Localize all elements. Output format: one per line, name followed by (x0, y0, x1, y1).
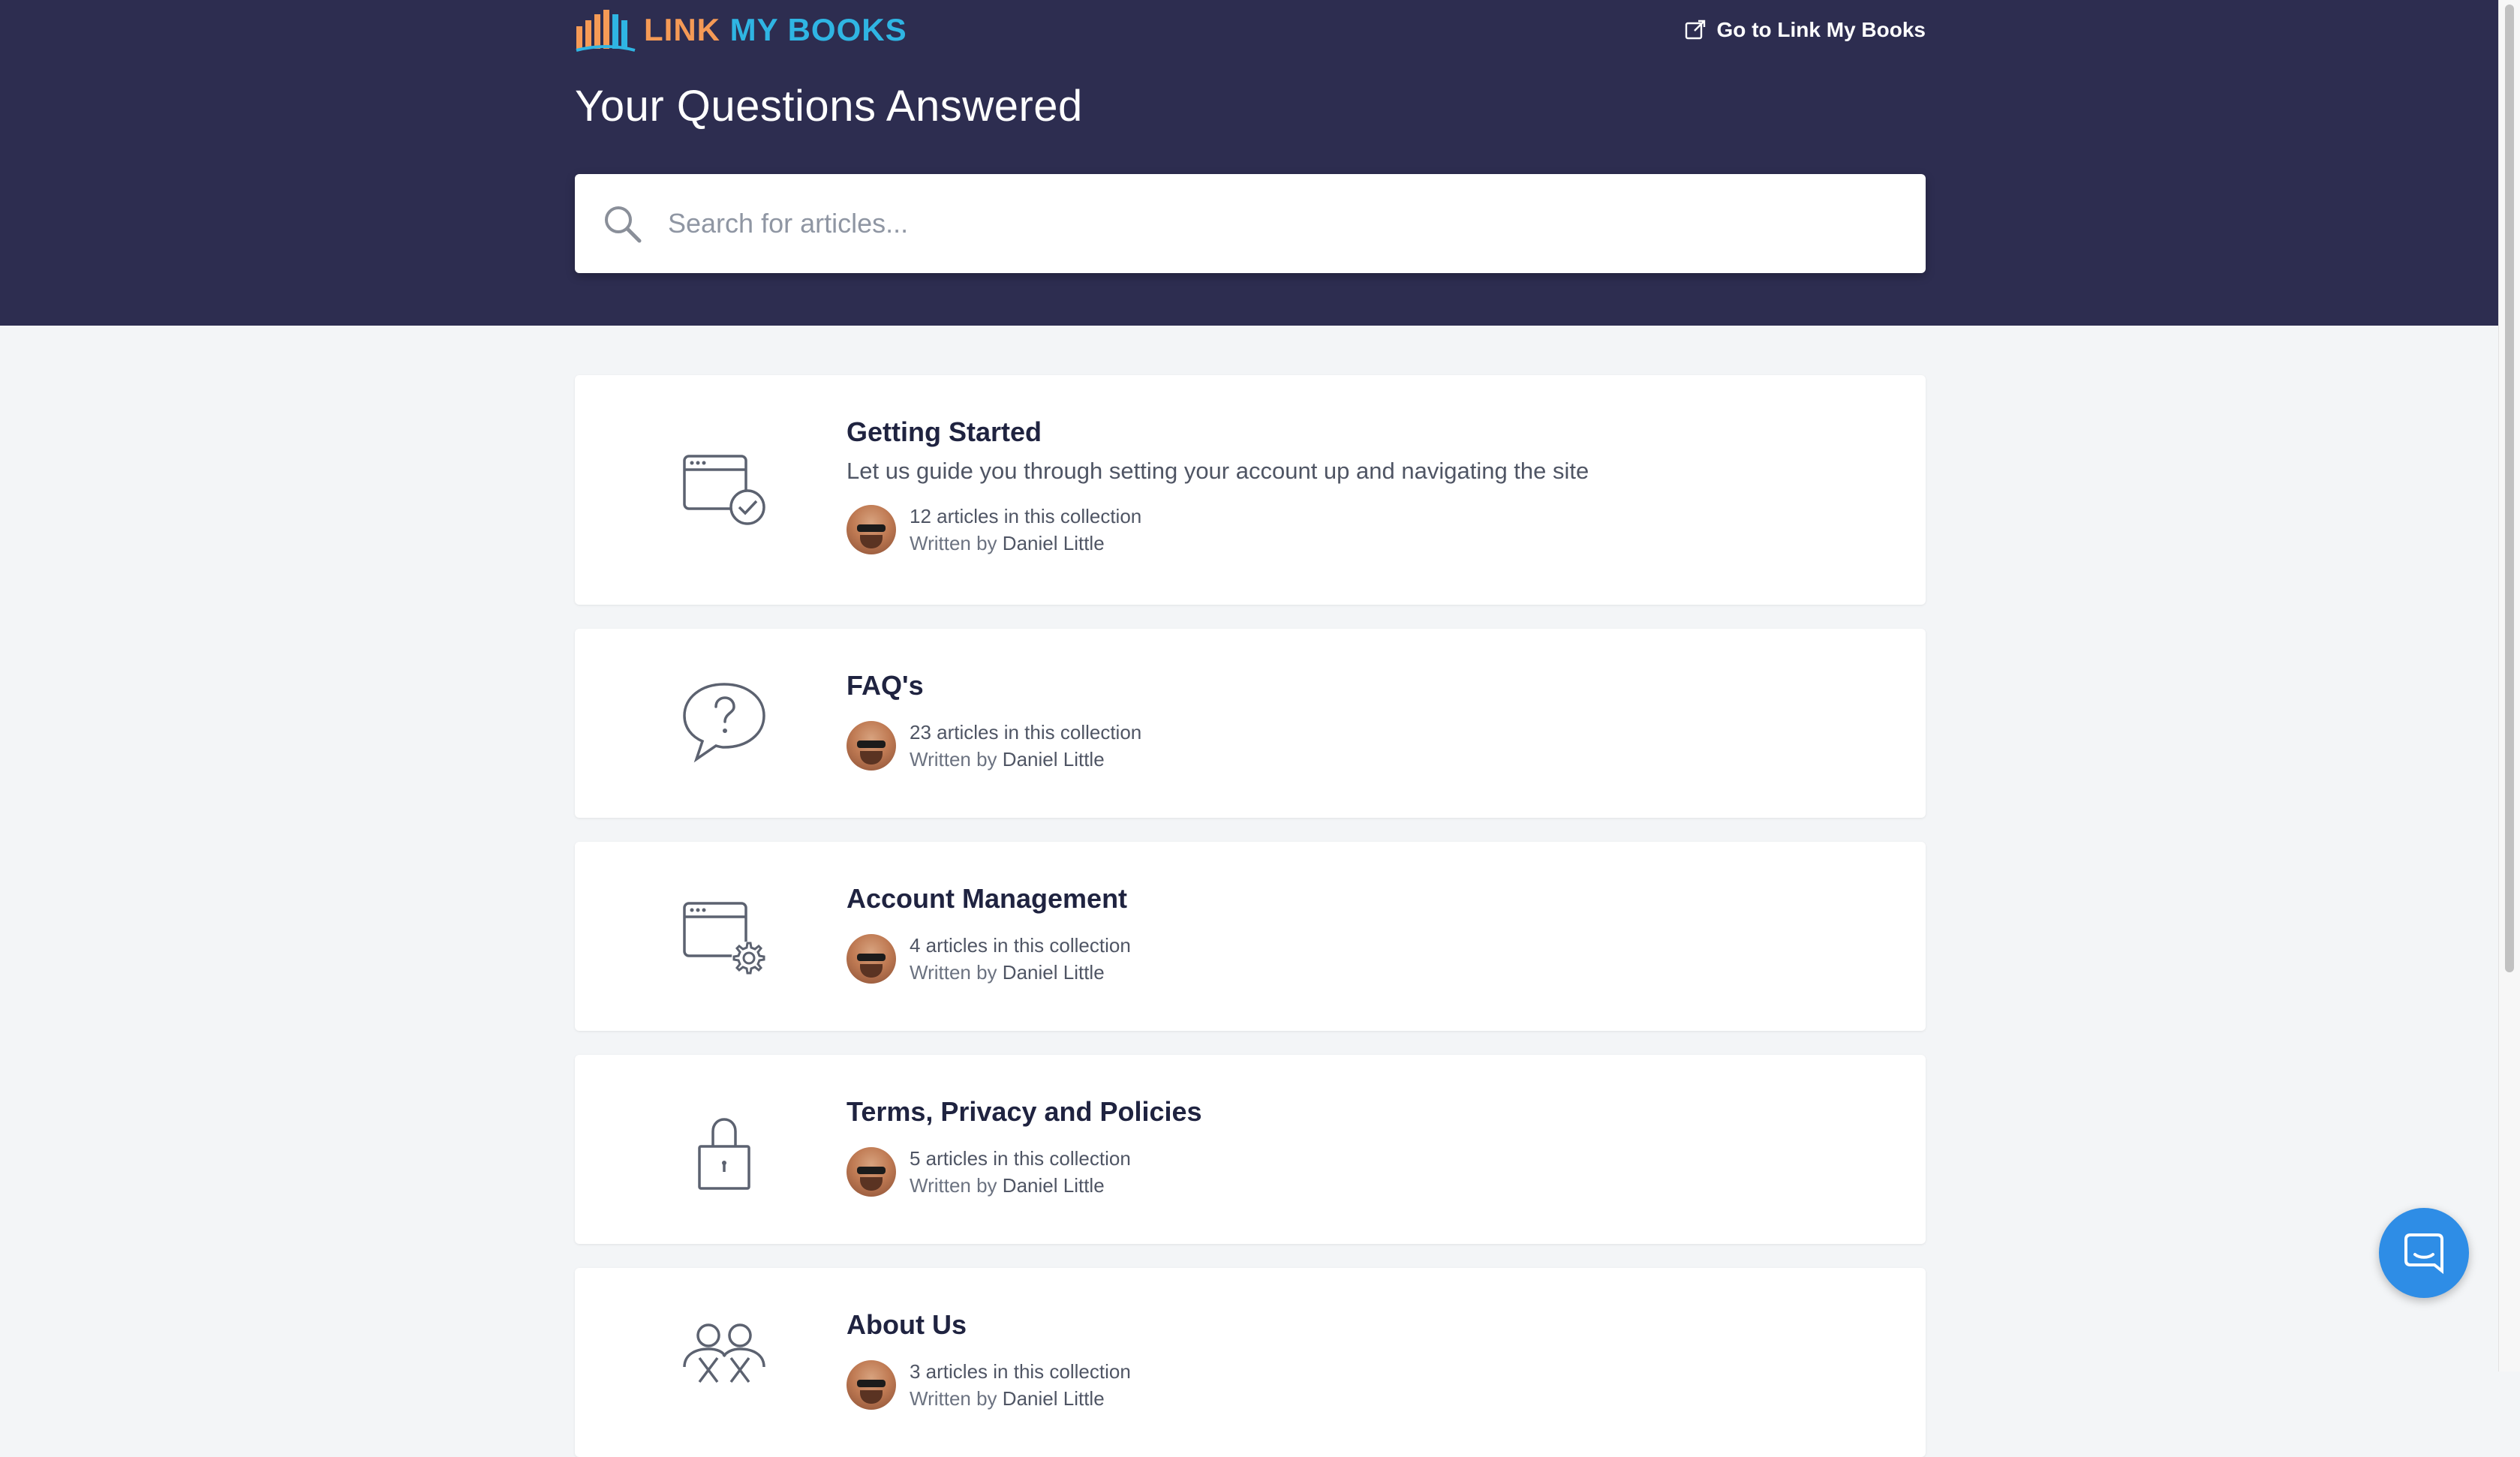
brand-logo[interactable]: LINK MY BOOKS (575, 6, 907, 54)
article-count: 3 articles in this collection (910, 1360, 1131, 1383)
written-by-label: Written by (910, 1387, 997, 1410)
browser-check-icon (683, 455, 765, 525)
search-bar[interactable] (575, 174, 1926, 273)
books-logo-icon (576, 10, 636, 52)
search-icon (605, 206, 642, 243)
written-by-label: Written by (910, 748, 997, 771)
collection-card-getting-started[interactable]: Getting Started Let us guide you through… (575, 375, 1926, 605)
author-name: Daniel Little (1002, 748, 1105, 771)
article-count: 23 articles in this collection (910, 721, 1142, 744)
collection-meta: 12 articles in this collection Written b… (847, 503, 1589, 557)
avatar (847, 1147, 896, 1197)
speech-question-icon (683, 683, 765, 763)
collection-title[interactable]: Terms, Privacy and Policies (847, 1095, 1202, 1128)
logo-word-link: LINK (644, 12, 720, 47)
search-input[interactable] (666, 207, 1926, 240)
collection-card-faqs[interactable]: FAQ's 23 articles in this collection Wri… (575, 629, 1926, 818)
external-link-icon (1685, 20, 1705, 40)
written-by-label: Written by (910, 961, 997, 984)
written-by-label: Written by (910, 1174, 997, 1197)
collection-card-account-management[interactable]: Account Management 4 articles in this co… (575, 842, 1926, 1031)
collection-card-about-us[interactable]: About Us 3 articles in this collection W… (575, 1268, 1926, 1457)
collection-description: Let us guide you through setting your ac… (847, 458, 1589, 484)
avatar (847, 721, 896, 771)
author-name: Daniel Little (1002, 1174, 1105, 1197)
article-count: 4 articles in this collection (910, 934, 1131, 957)
page-title: Your Questions Answered (575, 82, 1083, 131)
avatar (847, 505, 896, 554)
collection-title[interactable]: Account Management (847, 882, 1131, 915)
padlock-icon (698, 1118, 750, 1190)
collection-title[interactable]: FAQ's (847, 669, 1141, 702)
scrollbar-thumb[interactable] (2505, 5, 2514, 972)
browser-gear-icon (683, 902, 765, 975)
author-name: Daniel Little (1002, 532, 1105, 554)
go-to-site-link[interactable]: Go to Link My Books (1684, 18, 1926, 42)
collection-meta: 4 articles in this collection Written by… (847, 932, 1131, 986)
collection-meta: 23 articles in this collection Written b… (847, 719, 1141, 773)
written-by-label: Written by (910, 532, 997, 554)
collection-title[interactable]: About Us (847, 1308, 1131, 1341)
collection-meta: 5 articles in this collection Written by… (847, 1145, 1202, 1199)
header-banner (0, 0, 2499, 326)
page-scrollbar[interactable] (2498, 0, 2520, 1371)
author-name: Daniel Little (1002, 961, 1105, 984)
collection-title[interactable]: Getting Started (847, 416, 1589, 449)
avatar (847, 934, 896, 984)
go-to-site-label: Go to Link My Books (1716, 18, 1926, 41)
people-icon (683, 1323, 765, 1383)
article-count: 12 articles in this collection (910, 505, 1142, 527)
chat-bubble-icon (2404, 1233, 2443, 1275)
author-name: Daniel Little (1002, 1387, 1105, 1410)
collection-card-terms-privacy-policies[interactable]: Terms, Privacy and Policies 5 articles i… (575, 1055, 1926, 1244)
logo-word-mybooks: MY BOOKS (729, 12, 907, 47)
chat-launcher-button[interactable] (2379, 1208, 2469, 1298)
avatar (847, 1360, 896, 1410)
collection-meta: 3 articles in this collection Written by… (847, 1358, 1131, 1412)
article-count: 5 articles in this collection (910, 1147, 1131, 1170)
